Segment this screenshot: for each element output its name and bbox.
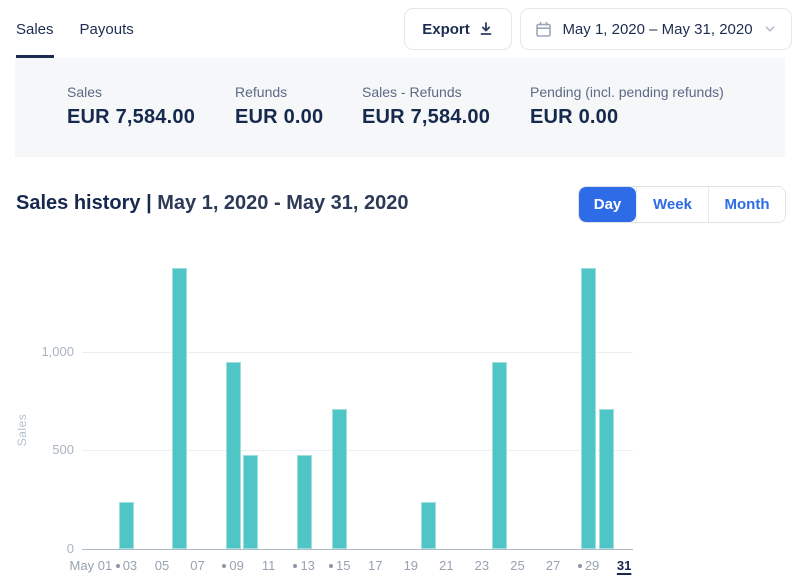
summary-value: EUR 0.00: [235, 106, 323, 129]
sales-bar-chart: Sales PendingReady for payoutPaid outFul…: [0, 240, 800, 580]
summary-label: Pending (incl. pending refunds): [530, 84, 724, 100]
fully-paid-out-dot: [293, 564, 297, 568]
sales-history-title-bold: Sales history |: [16, 192, 157, 214]
summary-label: Sales - Refunds: [362, 84, 490, 100]
summary-panel: Sales EUR 7,584.00 Refunds EUR 0.00 Sales - …: [15, 58, 785, 157]
fully-paid-out-dot: [116, 564, 120, 568]
sales-bar-day-29[interactable]: [581, 268, 596, 549]
fully-paid-out-dot: [222, 564, 226, 568]
gridline: [82, 352, 633, 353]
summary-value: EUR 0.00: [530, 106, 724, 129]
export-button[interactable]: Export: [404, 8, 512, 50]
chevron-down-icon: [763, 22, 777, 36]
granularity-toggle: DayWeekMonth: [578, 186, 786, 223]
summary-item: Refunds EUR 0.00: [235, 84, 323, 129]
y-tick-label: 500: [20, 442, 74, 457]
y-axis-title: Sales: [15, 390, 29, 470]
sales-history-subtitle: May 1, 2020 - May 31, 2020: [157, 192, 408, 214]
sales-bar-day-20[interactable]: [421, 502, 436, 549]
tab-payouts[interactable]: Payouts: [80, 0, 134, 58]
summary-item: Sales EUR 7,584.00: [67, 84, 195, 129]
granularity-day[interactable]: Day: [579, 187, 636, 222]
x-tick-label: 31: [617, 558, 631, 573]
sales-bar-day-3[interactable]: [119, 502, 134, 549]
granularity-month[interactable]: Month: [708, 187, 785, 222]
tab-sales[interactable]: Sales: [16, 0, 54, 58]
sales-bar-day-10[interactable]: [243, 455, 258, 549]
granularity-week[interactable]: Week: [636, 187, 708, 222]
summary-value: EUR 7,584.00: [362, 106, 490, 129]
gridline: [82, 450, 633, 451]
sales-bar-day-15[interactable]: [332, 409, 347, 549]
header: Sales Payouts Export May 1, 2020 – May 31…: [0, 0, 800, 58]
sales-dashboard: Sales Payouts Export May 1, 2020 – May 31…: [0, 0, 800, 580]
sales-bar-day-24[interactable]: [492, 362, 507, 549]
download-icon: [478, 21, 494, 37]
top-tabs: Sales Payouts: [16, 0, 134, 58]
fully-paid-out-dot: [578, 564, 582, 568]
date-range-picker[interactable]: May 1, 2020 – May 31, 2020: [520, 8, 792, 50]
summary-value: EUR 7,584.00: [67, 106, 195, 129]
x-tick-selected-day[interactable]: 31: [594, 558, 654, 573]
y-tick-label: 0: [20, 541, 74, 556]
y-tick-label: 1,000: [20, 344, 74, 359]
sales-bar-day-6[interactable]: [172, 268, 187, 549]
sales-bar-day-13[interactable]: [297, 455, 312, 549]
export-button-label: Export: [422, 21, 470, 38]
sales-history-title: Sales history | May 1, 2020 - May 31, 20…: [16, 192, 409, 215]
sales-bar-day-9[interactable]: [226, 362, 241, 549]
sales-bar-day-30[interactable]: [599, 409, 614, 549]
summary-label: Refunds: [235, 84, 323, 100]
calendar-icon: [535, 21, 552, 38]
x-axis-line: [82, 549, 633, 550]
summary-item: Pending (incl. pending refunds) EUR 0.00: [530, 84, 724, 129]
date-range-label: May 1, 2020 – May 31, 2020: [562, 21, 752, 38]
summary-label: Sales: [67, 84, 195, 100]
fully-paid-out-dot: [329, 564, 333, 568]
summary-item: Sales - Refunds EUR 7,584.00: [362, 84, 490, 129]
